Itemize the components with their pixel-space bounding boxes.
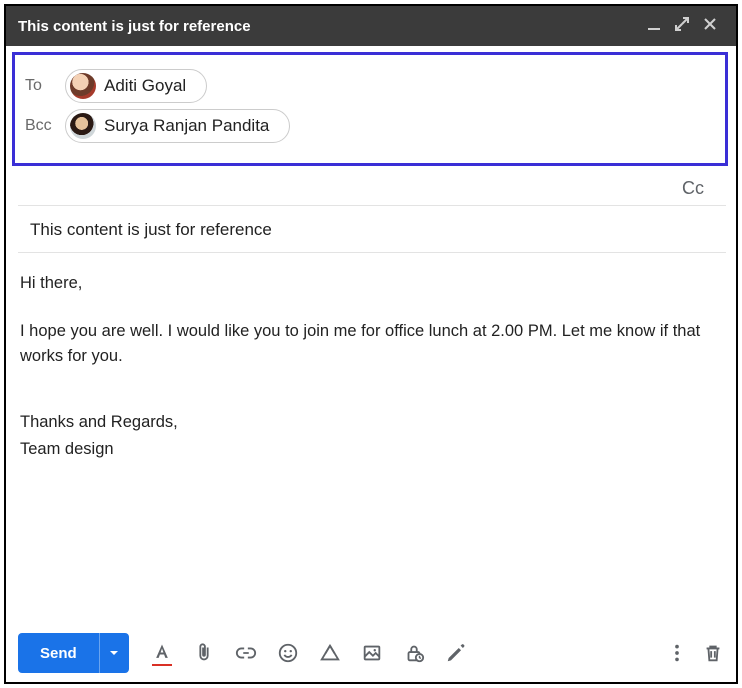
avatar <box>70 113 96 139</box>
bcc-name: Surya Ranjan Pandita <box>104 116 269 136</box>
window-title: This content is just for reference <box>18 18 640 35</box>
more-options-icon[interactable] <box>666 642 688 664</box>
compose-toolbar: Send <box>6 624 736 682</box>
titlebar: This content is just for reference <box>6 6 736 46</box>
send-button-group: Send <box>18 633 129 673</box>
attach-icon[interactable] <box>193 642 215 664</box>
emoji-icon[interactable] <box>277 642 299 664</box>
email-body[interactable]: Hi there, I hope you are well. I would l… <box>6 253 736 624</box>
to-name: Aditi Goyal <box>104 76 186 96</box>
to-row[interactable]: To Aditi Goyal <box>25 69 715 103</box>
link-icon[interactable] <box>235 642 257 664</box>
image-icon[interactable] <box>361 642 383 664</box>
confidential-icon[interactable] <box>403 642 425 664</box>
bcc-label: Bcc <box>25 117 65 135</box>
avatar <box>70 73 96 99</box>
signature-line-2: Team design <box>20 437 722 463</box>
body-paragraph: I hope you are well. I would like you to… <box>20 319 722 370</box>
recipients-highlight: To Aditi Goyal Bcc Surya Ranjan Pandita <box>12 52 728 166</box>
bcc-chip[interactable]: Surya Ranjan Pandita <box>65 109 290 143</box>
subject-text: This content is just for reference <box>30 220 272 239</box>
compose-window: This content is just for reference To Ad… <box>4 4 738 684</box>
expand-icon[interactable] <box>668 17 696 35</box>
signature-line-1: Thanks and Regards, <box>20 410 722 436</box>
drive-icon[interactable] <box>319 642 341 664</box>
send-button[interactable]: Send <box>18 633 99 673</box>
format-text-icon[interactable] <box>151 642 173 664</box>
cc-toggle[interactable]: Cc <box>682 178 704 199</box>
send-more-button[interactable] <box>99 633 129 673</box>
to-label: To <box>25 77 65 95</box>
cc-toggle-row: Cc <box>18 172 726 206</box>
subject-field[interactable]: This content is just for reference <box>18 206 726 253</box>
trash-icon[interactable] <box>702 642 724 664</box>
format-icons <box>151 642 467 664</box>
bcc-row[interactable]: Bcc Surya Ranjan Pandita <box>25 109 715 143</box>
close-icon[interactable] <box>696 17 724 35</box>
pen-icon[interactable] <box>445 642 467 664</box>
minimize-icon[interactable] <box>640 17 668 35</box>
body-greeting: Hi there, <box>20 271 722 297</box>
to-chip[interactable]: Aditi Goyal <box>65 69 207 103</box>
